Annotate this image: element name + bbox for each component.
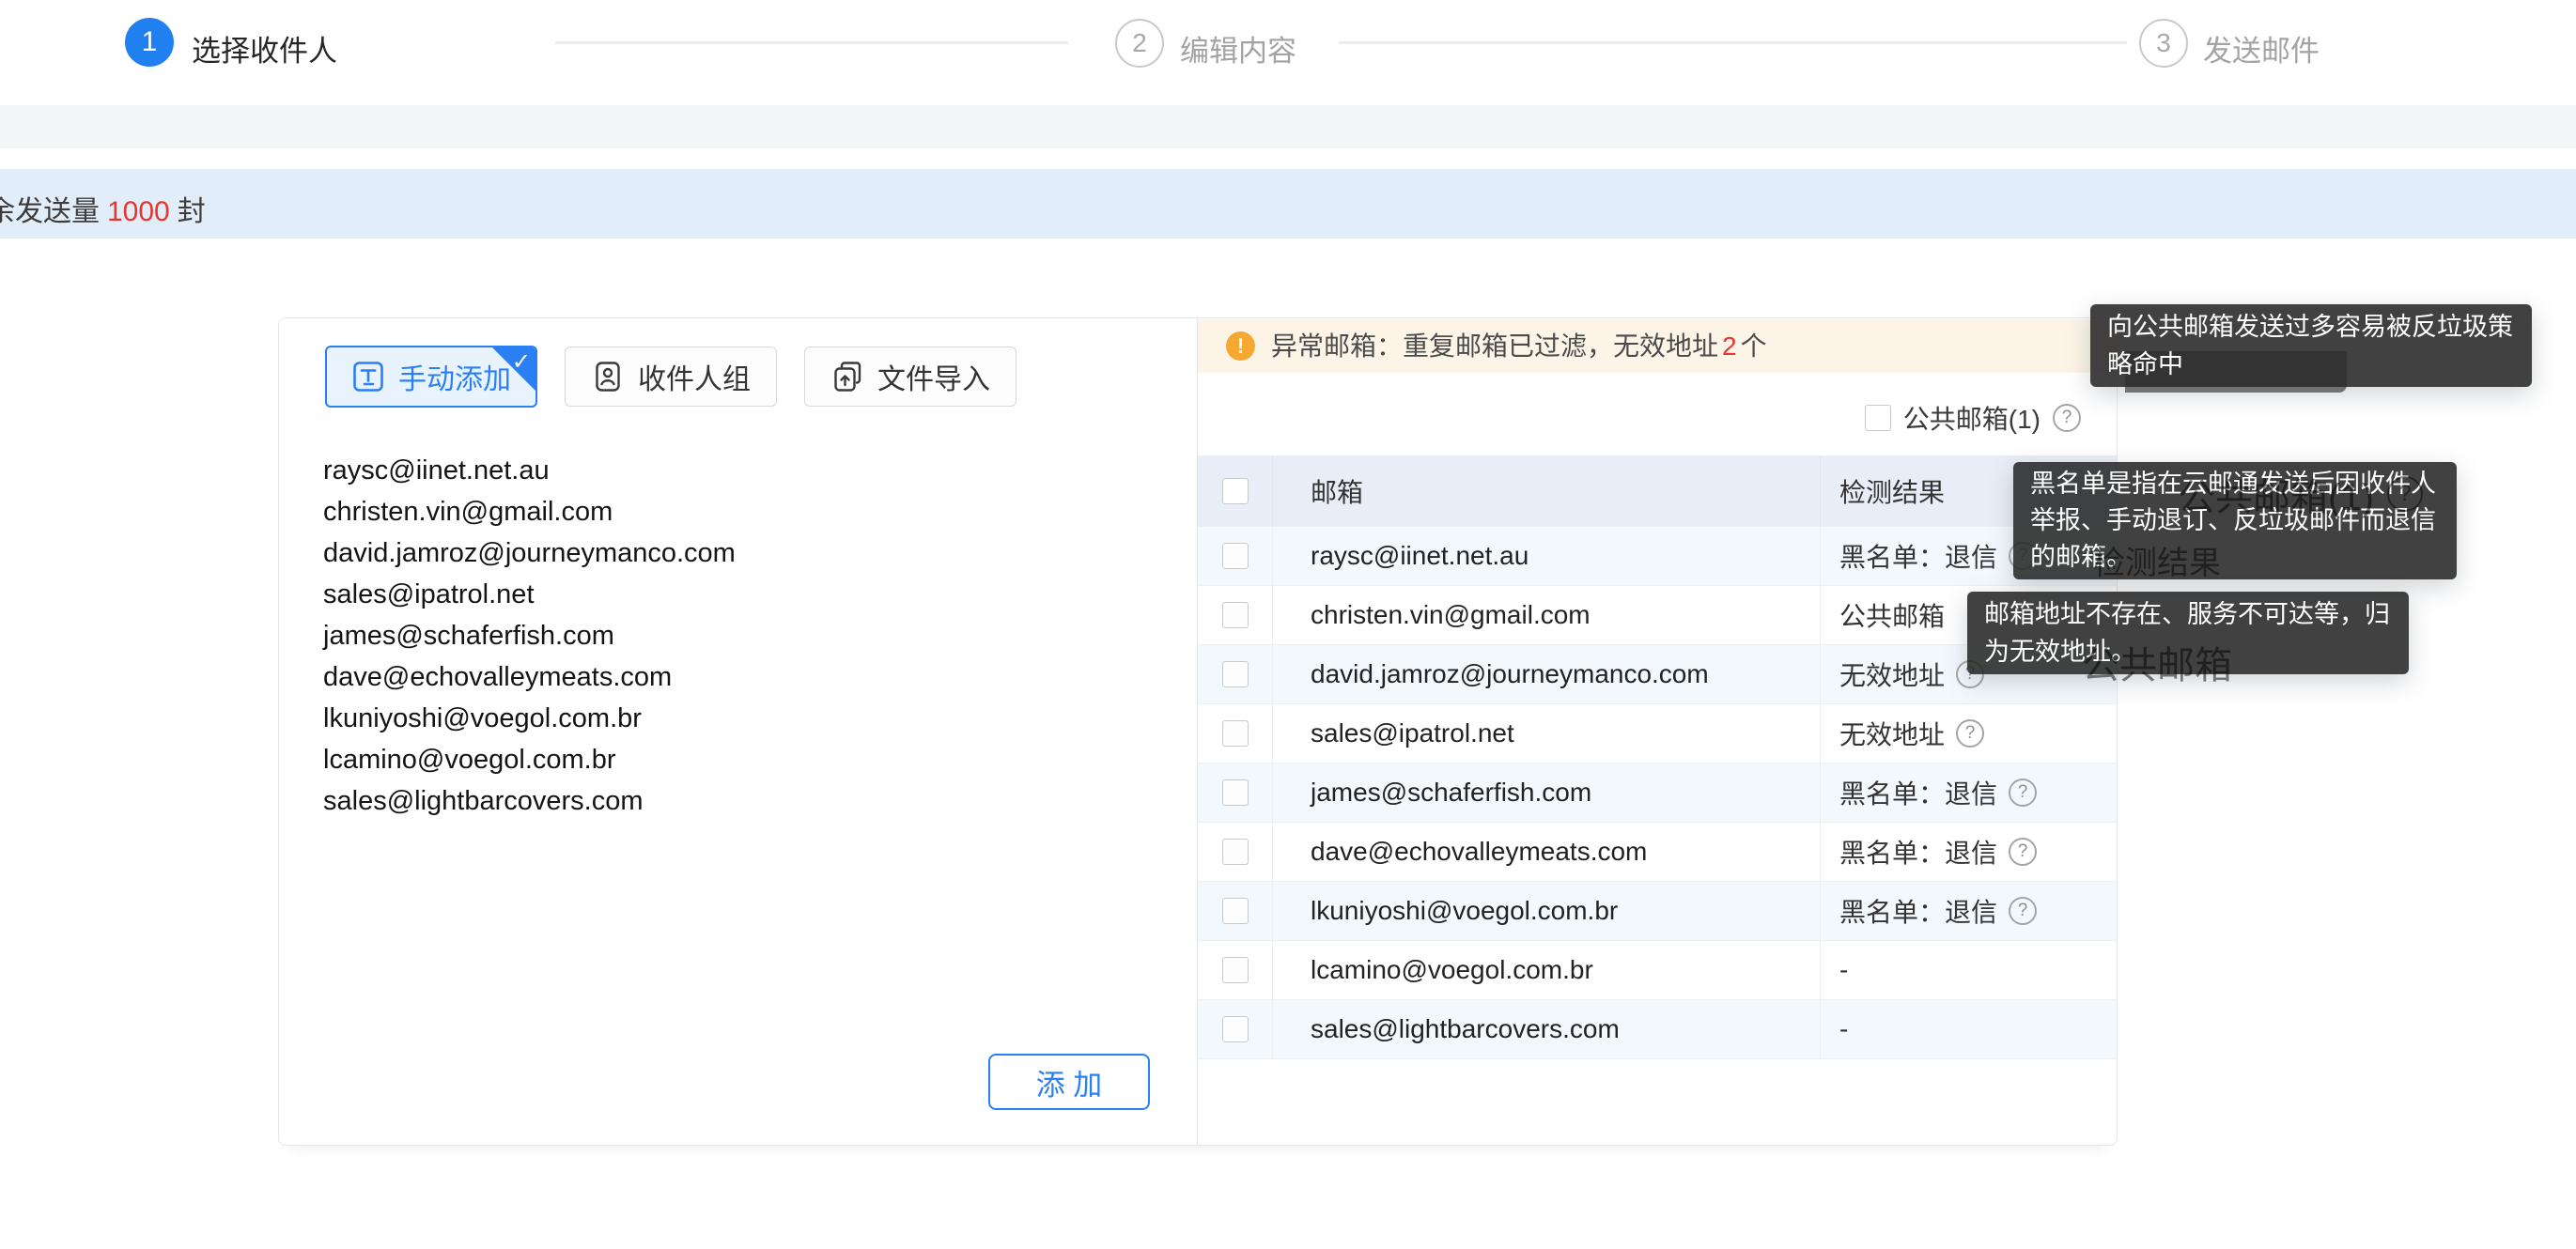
table-row: raysc@iinet.net.au 黑名单：退信 ? (1198, 527, 2117, 586)
help-icon[interactable]: ? (2009, 838, 2037, 866)
manual-add-icon (351, 360, 385, 393)
detection-table: 邮箱 检测结果 raysc@iinet.net.au 黑名单：退信 ? chri… (1198, 455, 2117, 1059)
row-email: dave@echovalleymeats.com (1273, 823, 1821, 881)
row-checkbox[interactable] (1222, 720, 1249, 747)
step-1-circle: 1 (125, 18, 174, 67)
step-2-circle: 2 (1115, 19, 1164, 68)
abnormal-mailbox-banner: ! 异常邮箱：重复邮箱已过滤，无效地址2个 (1198, 319, 2116, 373)
quota-suffix: 封 (178, 196, 206, 227)
row-email: james@schaferfish.com (1273, 763, 1821, 822)
ghost-text: 公共邮箱 (2082, 635, 2232, 689)
row-result: 黑名单：退信 (1839, 833, 1997, 871)
row-checkbox[interactable] (1222, 957, 1249, 983)
detection-section: ! 异常邮箱：重复邮箱已过滤，无效地址2个 公共邮箱(1) ? 邮箱 检测结果 (1198, 318, 2117, 1145)
row-result: 黑名单：退信 (1839, 892, 1997, 930)
row-checkbox[interactable] (1222, 543, 1249, 569)
public-mailbox-filter: 公共邮箱(1) ? (1865, 403, 2081, 433)
invalid-count: 2 (1718, 332, 1741, 361)
email-entry: lcamino@voegol.com.br (323, 739, 1131, 780)
manual-add-section: 手动添加 ✓ 收件人组 文件导入 (279, 318, 1198, 1145)
add-button[interactable]: 添 加 (988, 1054, 1150, 1110)
warning-text: 异常邮箱：重复邮箱已过滤，无效地址2个 (1271, 319, 1767, 374)
email-entry: lkuniyoshi@voegol.com.br (323, 698, 1131, 739)
step-3-label: 发送邮件 (2203, 27, 2320, 69)
table-row: sales@lightbarcovers.com - (1198, 1000, 2117, 1059)
tab-manual-add-label: 手动添加 (398, 356, 511, 397)
email-column-header: 邮箱 (1273, 455, 1821, 527)
row-checkbox[interactable] (1222, 898, 1249, 924)
row-email: david.jamroz@journeymanco.com (1273, 645, 1821, 703)
table-row: dave@echovalleymeats.com 黑名单：退信 ? (1198, 823, 2117, 882)
step-connector (1339, 41, 2127, 44)
tooltip-public-mailbox: 向公共邮箱发送过多容易被反垃圾策略命中 (2090, 304, 2532, 387)
row-result: - (1839, 1014, 1848, 1044)
row-checkbox[interactable] (1222, 839, 1249, 865)
help-icon[interactable]: ? (2053, 404, 2081, 432)
row-result: - (1839, 955, 1848, 985)
public-mailbox-checkbox[interactable] (1865, 405, 1891, 431)
row-email: sales@lightbarcovers.com (1273, 1000, 1821, 1058)
help-icon[interactable]: ? (1956, 719, 1984, 748)
tab-recipient-group-label: 收件人组 (638, 356, 751, 397)
recipient-input-area[interactable]: raysc@iinet.net.au christen.vin@gmail.co… (323, 450, 1131, 822)
file-import-icon (830, 360, 864, 393)
ghost-public-mailbox-label: 公共邮箱(1) ? (2178, 467, 2423, 521)
email-entry: christen.vin@gmail.com (323, 491, 1131, 532)
public-mailbox-label: 公共邮箱(1) (1903, 399, 2041, 437)
recipient-card: 手动添加 ✓ 收件人组 文件导入 (278, 317, 2118, 1146)
row-email: christen.vin@gmail.com (1273, 586, 1821, 644)
tab-file-import-label: 文件导入 (877, 356, 990, 397)
email-entry: sales@lightbarcovers.com (323, 780, 1131, 822)
row-checkbox[interactable] (1222, 602, 1249, 628)
quota-amount: 1000 (100, 196, 178, 227)
row-checkbox[interactable] (1222, 661, 1249, 687)
tab-recipient-group[interactable]: 收件人组 (565, 347, 777, 407)
warning-icon: ! (1226, 332, 1255, 361)
select-all-checkbox[interactable] (1222, 478, 1249, 504)
ghost-text: 检测结果 (2093, 537, 2221, 583)
row-email: lcamino@voegol.com.br (1273, 941, 1821, 999)
help-icon[interactable]: ? (2009, 897, 2037, 925)
row-result: 无效地址 (1839, 655, 1945, 693)
ghost-text: 公共邮箱(1) (2178, 467, 2374, 521)
check-icon: ✓ (512, 348, 531, 376)
tab-file-import[interactable]: 文件导入 (804, 347, 1016, 407)
table-row: lcamino@voegol.com.br - (1198, 941, 2117, 1000)
step-1-label: 选择收件人 (192, 27, 337, 69)
table-row: lkuniyoshi@voegol.com.br 黑名单：退信 ? (1198, 882, 2117, 941)
quota-prefix: 余发送量 (0, 196, 100, 227)
ghost-help-icon: ? (2387, 476, 2423, 512)
warning-text-after: 个 (1741, 332, 1767, 361)
step-2-label: 编辑内容 (1180, 27, 1296, 69)
warning-text-before: 异常邮箱：重复邮箱已过滤，无效地址 (1271, 332, 1718, 361)
email-entry: sales@ipatrol.net (323, 574, 1131, 615)
email-entry: dave@echovalleymeats.com (323, 656, 1131, 698)
step-3-circle: 3 (2139, 19, 2188, 68)
email-entry: james@schaferfish.com (323, 615, 1131, 656)
ghost-result-header: 检测结果 (2093, 537, 2221, 583)
email-entry: david.jamroz@journeymanco.com (323, 532, 1131, 574)
row-result: 黑名单：退信 (1839, 774, 1997, 811)
email-entry: raysc@iinet.net.au (323, 450, 1131, 491)
step-connector (555, 41, 1068, 44)
row-email: raysc@iinet.net.au (1273, 527, 1821, 585)
table-row: james@schaferfish.com 黑名单：退信 ? (1198, 763, 2117, 823)
row-checkbox[interactable] (1222, 779, 1249, 806)
send-mail-wizard-page: 1 选择收件人 2 编辑内容 3 发送邮件 余发送量1000封 手动添加 (0, 0, 2576, 1249)
row-result: 黑名单：退信 (1839, 537, 1997, 575)
row-result: 公共邮箱 (1839, 596, 1945, 634)
row-email: sales@ipatrol.net (1273, 704, 1821, 763)
recipient-group-icon (591, 360, 625, 393)
tab-manual-add[interactable]: 手动添加 ✓ (325, 346, 537, 408)
row-checkbox[interactable] (1222, 1016, 1249, 1042)
row-result: 无效地址 (1839, 715, 1945, 752)
table-header: 邮箱 检测结果 (1198, 455, 2117, 527)
quota-text: 余发送量1000封 (0, 188, 206, 229)
help-icon[interactable]: ? (2009, 779, 2037, 807)
ghost-public-mailbox-value: 公共邮箱 (2082, 635, 2232, 689)
row-email: lkuniyoshi@voegol.com.br (1273, 882, 1821, 940)
quota-banner: 余发送量1000封 (0, 169, 2576, 239)
toolbar-strip (0, 105, 2576, 148)
table-row: sales@ipatrol.net 无效地址 ? (1198, 704, 2117, 763)
